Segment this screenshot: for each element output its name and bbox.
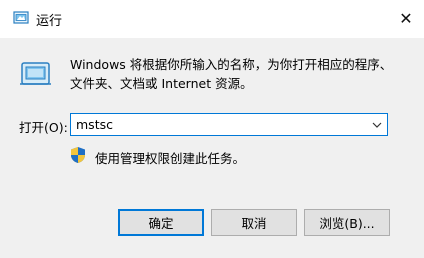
ok-button[interactable]: 确定 bbox=[118, 209, 204, 236]
dialog-description: Windows 将根据你所输入的名称，为你打开相应的程序、文件夹、文档或 Int… bbox=[70, 57, 393, 91]
window-title: 运行 bbox=[36, 14, 63, 29]
open-label: 打开(O): bbox=[19, 120, 68, 135]
cancel-button[interactable]: 取消 bbox=[211, 209, 297, 236]
run-icon bbox=[13, 11, 29, 24]
title-bar: 运行 ✕ bbox=[0, 0, 424, 38]
run-icon bbox=[20, 62, 51, 85]
admin-note: 使用管理权限创建此任务。 bbox=[95, 151, 246, 166]
browse-button[interactable]: 浏览(B)... bbox=[304, 209, 390, 236]
open-input[interactable]: mstsc bbox=[76, 117, 113, 132]
close-button[interactable]: ✕ bbox=[388, 0, 424, 36]
chevron-down-icon[interactable] bbox=[369, 116, 385, 133]
close-icon: ✕ bbox=[399, 8, 413, 28]
uac-shield-icon bbox=[71, 147, 85, 163]
open-combobox[interactable]: mstsc bbox=[70, 113, 388, 136]
